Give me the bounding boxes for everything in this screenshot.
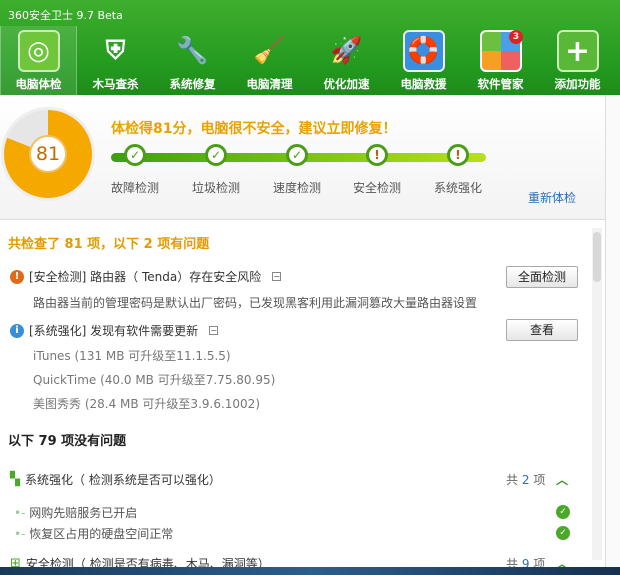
taskbar (0, 567, 620, 575)
grid-icon: ▚ (10, 472, 20, 487)
plus-icon: + (556, 30, 599, 72)
chevron-up-icon[interactable]: ︿ (556, 471, 568, 488)
update-item: QuickTime (40.0 MB 可升级至7.75.80.95) (33, 373, 276, 387)
score-panel: 81 体检得81分，电脑很不安全，建议立即修复！ ✓ ✓ ✓ ! ! 故障检测 … (0, 95, 605, 220)
list-item: •- 网购先赔服务已开启 (14, 504, 137, 521)
ok-header: 以下 79 项没有问题 (8, 434, 127, 449)
nav-label: 木马查杀 (92, 77, 139, 91)
nav-item-speedup[interactable]: 🚀 优化加速 (308, 26, 385, 95)
item-label: 恢复区占用的硬盘空间正常 (29, 527, 174, 541)
shield-horse-icon: ⛨ (105, 35, 126, 66)
score-gauge: 81 (4, 110, 92, 198)
wrench-icon: 🔧 (176, 36, 209, 66)
check-icon: ✓ (556, 505, 570, 519)
info-icon: i (10, 323, 24, 338)
score-value: 81 (29, 135, 67, 173)
count-suffix: 项 (533, 473, 546, 487)
nav-label: 系统修复 (169, 77, 216, 91)
nav-item-software[interactable]: 3 软件管家 (462, 26, 539, 95)
step-label: 速度检测 (273, 181, 322, 195)
nav-label: 电脑清理 (246, 77, 293, 91)
nav-item-add[interactable]: + 添加功能 (539, 26, 616, 95)
issue-row: ! [安全检测] 路由器（ Tenda）存在安全风险 − (10, 268, 282, 285)
collapse-icon[interactable]: − (272, 272, 282, 281)
check-icon: ✓ (556, 526, 570, 540)
tree-node-icon: •- (14, 527, 26, 541)
nav-item-trojan[interactable]: ⛨ 木马查杀 (77, 26, 154, 95)
step-label: 故障检测 (111, 181, 160, 195)
score-headline: 体检得81分，电脑很不安全，建议立即修复！ (111, 121, 397, 137)
recheck-link[interactable]: 重新体检 (528, 189, 576, 206)
step-label: 安全检测 (353, 181, 402, 195)
nav-label: 软件管家 (477, 77, 524, 91)
scrollbar-thumb[interactable] (593, 232, 601, 282)
full-check-button[interactable]: 全面检测 (506, 266, 578, 288)
group-count: 共 2 项 (506, 471, 545, 488)
nav-item-checkup[interactable]: ◎ 电脑体检 (0, 26, 77, 95)
update-item: 美图秀秀 (28.4 MB 可升级至3.9.6.1002) (33, 397, 260, 411)
rocket-icon: 🚀 (330, 36, 363, 66)
item-label: 网购先赔服务已开启 (29, 506, 138, 520)
count-prefix: 共 (506, 473, 519, 487)
nav-label: 添加功能 (554, 77, 601, 91)
step-warn-icon: ! (366, 144, 388, 166)
side-panel (605, 95, 620, 568)
issue-title: [安全检测] 路由器（ Tenda）存在安全风险 (29, 270, 262, 284)
tree-node-icon: •- (14, 506, 26, 520)
group-header: ▚ 系统强化（ 检测系统是否可以强化） (10, 471, 221, 488)
issue-row: i [系统强化] 发现有软件需要更新 − (10, 322, 219, 339)
step-warn-icon: ! (447, 144, 469, 166)
group-title: 系统强化（ 检测系统是否可以强化） (25, 473, 221, 487)
step-label: 垃圾检测 (192, 181, 241, 195)
nav-item-rescue[interactable]: 🛟 电脑救援 (385, 26, 462, 95)
nav-label: 优化加速 (323, 77, 370, 91)
nav-item-cleanup[interactable]: 🧹 电脑清理 (231, 26, 308, 95)
view-button[interactable]: 查看 (506, 319, 578, 341)
step-label: 系统强化 (434, 181, 483, 195)
collapse-icon[interactable]: − (209, 326, 219, 335)
warning-icon: ! (10, 269, 24, 284)
radar-icon: ◎ (17, 30, 60, 72)
lifebuoy-monitor-icon: 🛟 (402, 30, 445, 72)
top-banner: 360安全卫士 9.7 Beta ◎ 电脑体检 ⛨ 木马查杀 🔧 系统修复 🧹 电脑清理… (0, 0, 620, 95)
nav-label: 电脑体检 (15, 77, 62, 91)
step-ok-icon: ✓ (286, 144, 308, 166)
list-item: •- 恢复区占用的硬盘空间正常 (14, 525, 173, 542)
count-value: 2 (521, 473, 530, 487)
summary-text: 共检查了 81 项，以下 2 项有问题 (8, 237, 210, 252)
nav-label: 电脑救援 (400, 77, 447, 91)
window-title: 360安全卫士 9.7 Beta (8, 9, 123, 22)
step-ok-icon: ✓ (205, 144, 227, 166)
update-item: iTunes (131 MB 可升级至11.1.5.5) (33, 349, 231, 363)
main-nav: ◎ 电脑体检 ⛨ 木马查杀 🔧 系统修复 🧹 电脑清理 🚀 优化加速 🛟 电脑救援 3 软件管… (0, 26, 616, 95)
step-ok-icon: ✓ (124, 144, 146, 166)
issue-desc: 路由器当前的管理密码是默认出厂密码，已发现黑客利用此漏洞篡改大量路由器设置 (33, 296, 478, 310)
broom-icon: 🧹 (253, 36, 286, 66)
badge-count: 3 (509, 30, 523, 44)
issue-title: [系统强化] 发现有软件需要更新 (29, 324, 199, 338)
nav-item-repair[interactable]: 🔧 系统修复 (154, 26, 231, 95)
